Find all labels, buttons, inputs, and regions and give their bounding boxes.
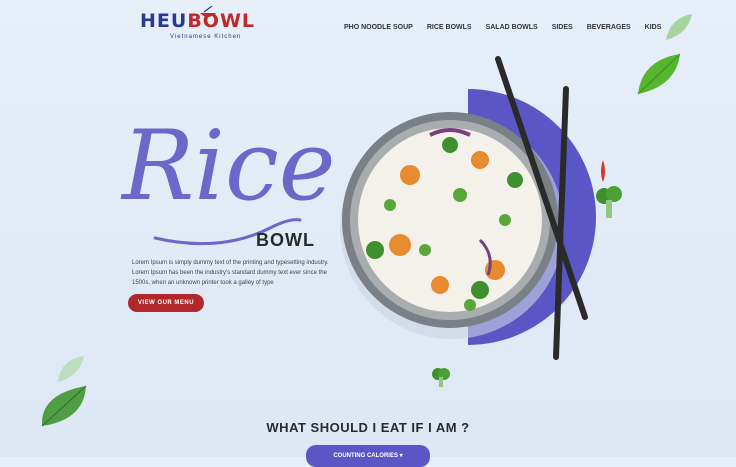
chili-icon: [601, 160, 605, 182]
brand-name-part1: HEU: [140, 10, 188, 32]
broccoli-icon: [432, 368, 450, 387]
view-menu-button[interactable]: VIEW OUR MENU: [128, 294, 204, 312]
section-title: WHAT SHOULD I EAT IF I AM ?: [266, 420, 470, 435]
rice-bowl-image: [340, 56, 596, 360]
dropdown-label: COUNTING CALORIES: [333, 453, 398, 459]
broccoli-icon: [596, 186, 622, 218]
nav-item-rice-bowls[interactable]: RICE BOWLS: [427, 24, 472, 31]
nav-item-kids[interactable]: KIDS: [645, 24, 662, 31]
nav-item-pho-noodle-soup[interactable]: PHO NOODLE SOUP: [344, 24, 413, 31]
leaf-icon: [637, 53, 681, 95]
brand-logo[interactable]: HEUBOWL Vietnamese Kitchen: [140, 6, 254, 44]
main-nav: PHO NOODLE SOUP RICE BOWLS SALAD BOWLS S…: [344, 24, 661, 31]
leaf-icon: [58, 356, 84, 382]
nav-item-beverages[interactable]: BEVERAGES: [587, 24, 631, 31]
nav-item-salad-bowls[interactable]: SALAD BOWLS: [486, 24, 538, 31]
counting-calories-dropdown[interactable]: COUNTING CALORIES ▾: [306, 445, 430, 467]
nav-item-sides[interactable]: SIDES: [552, 24, 573, 31]
chevron-down-icon: ▾: [399, 453, 403, 459]
hero-description: Lorem Ipsum is simply dummy text of the …: [132, 260, 329, 286]
bowl-logo-icon: [200, 6, 216, 17]
hero-script-title: Rice: [122, 110, 336, 222]
brand-tagline: Vietnamese Kitchen: [170, 34, 242, 40]
leaf-icon: [666, 14, 692, 40]
hero-subtitle: BOWL: [256, 230, 315, 250]
